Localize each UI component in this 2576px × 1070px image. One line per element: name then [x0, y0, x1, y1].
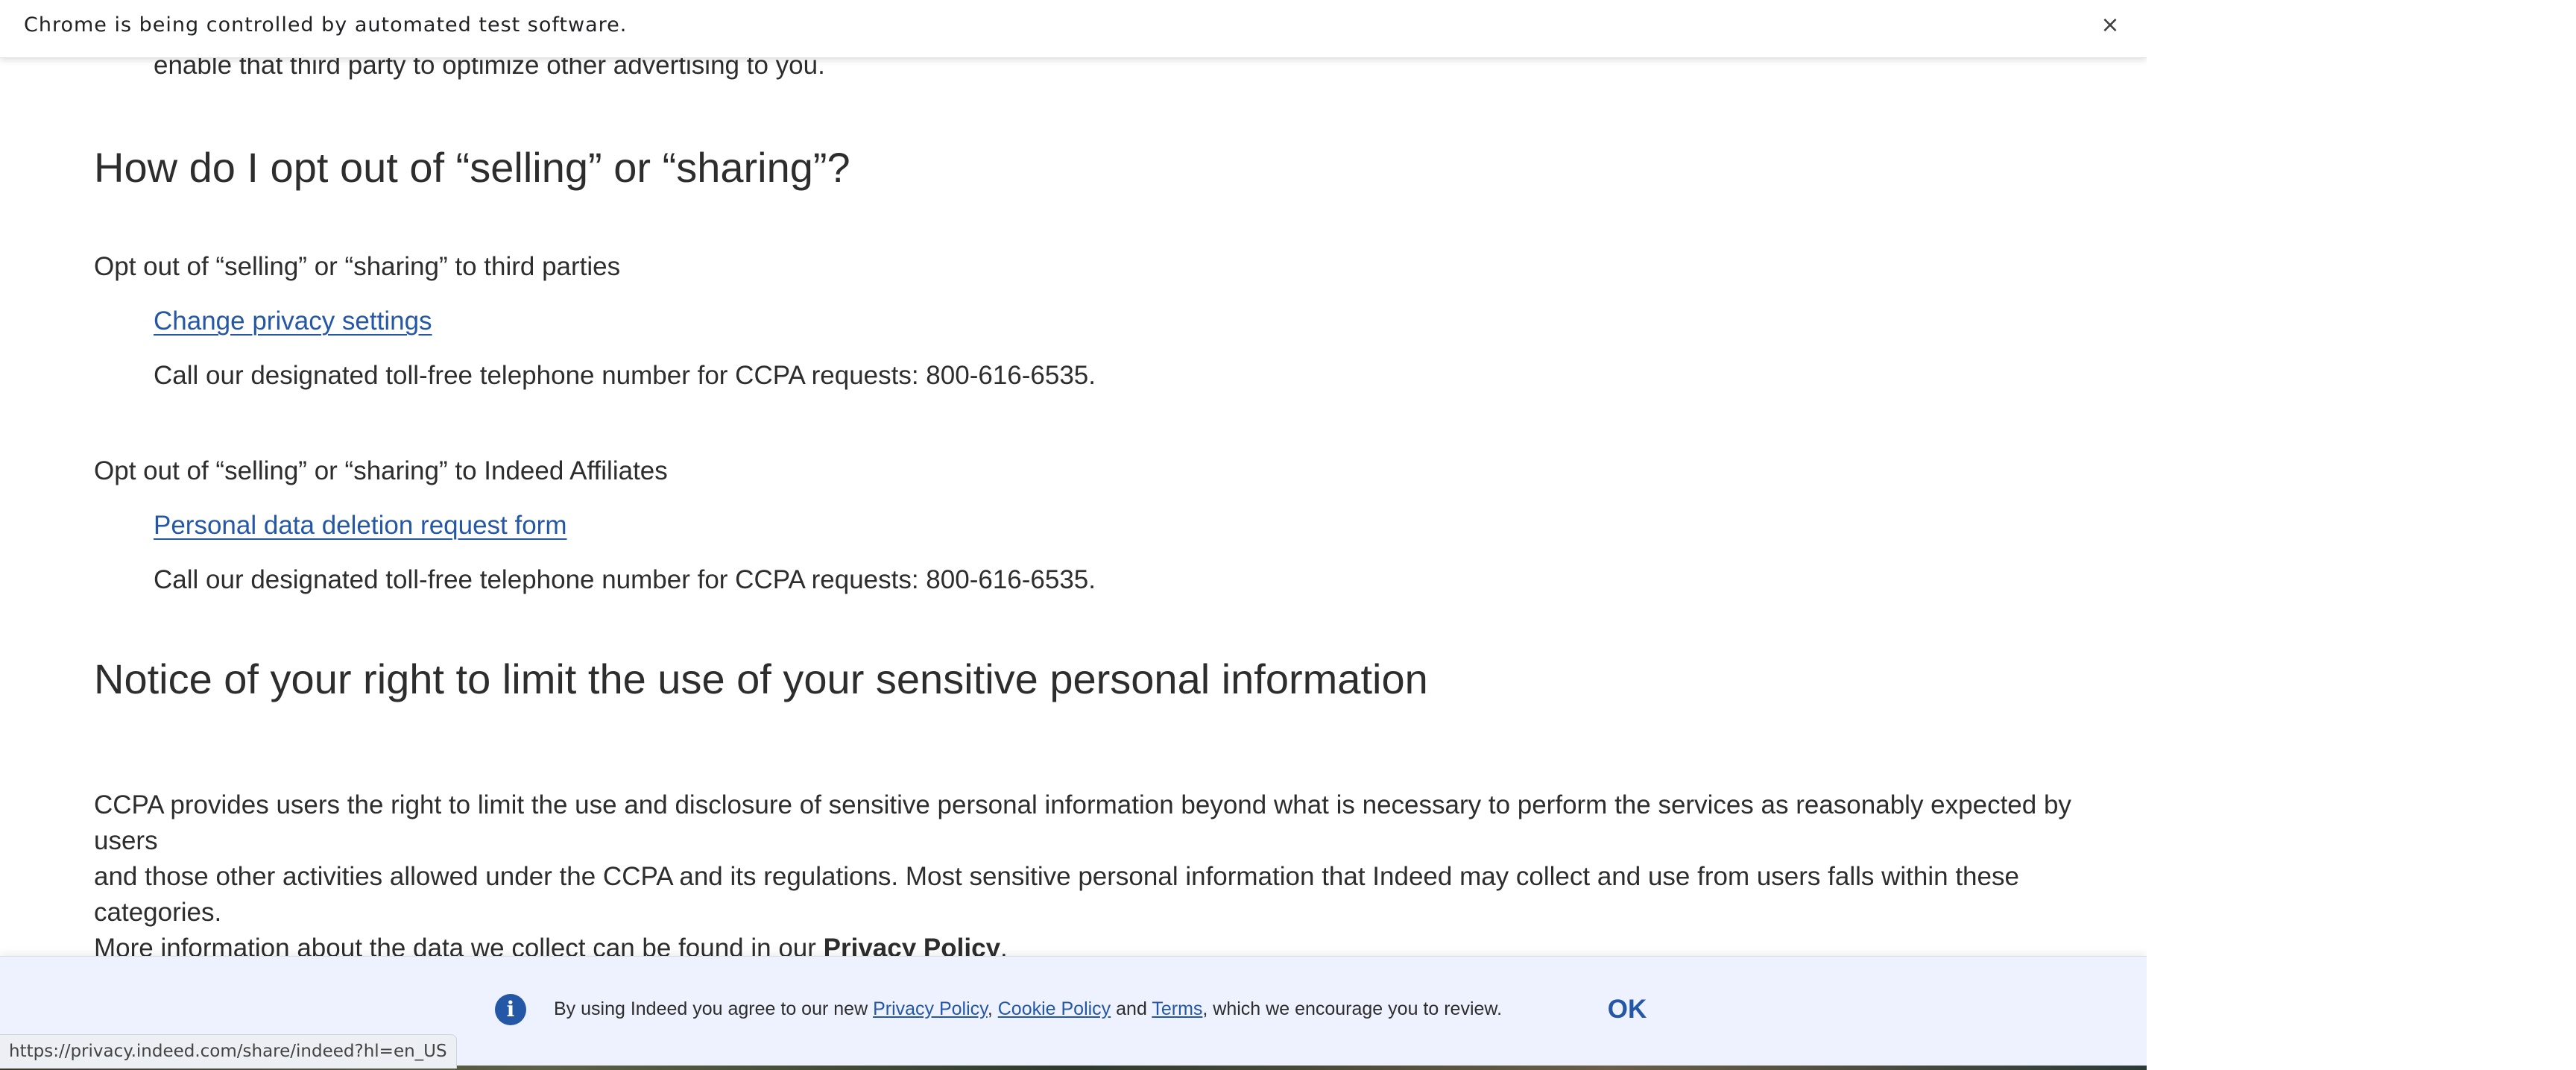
close-icon[interactable]: × [2097, 13, 2123, 38]
automation-infobar: Chrome is being controlled by automated … [0, 0, 2147, 58]
ccpa-paragraph: CCPA provides users the right to limit t… [94, 787, 2077, 966]
personal-data-deletion-link[interactable]: Personal data deletion request form [154, 511, 567, 540]
notice-heading: Notice of your right to limit the use of… [94, 655, 1428, 702]
banner-privacy-policy-link[interactable]: Privacy Policy [873, 998, 988, 1019]
banner-terms-link[interactable]: Terms [1152, 998, 1202, 1019]
opt-out-heading: How do I opt out of “selling” or “sharin… [94, 144, 850, 191]
opt-out-third-parties-heading: Opt out of “selling” or “sharing” to thi… [94, 252, 621, 281]
empty-area [2147, 0, 2576, 1070]
list-item: Change privacy settings [154, 306, 432, 336]
list-item: Personal data deletion request form [154, 511, 567, 541]
banner-text: , [987, 998, 998, 1019]
paragraph-line: CCPA provides users the right to limit t… [94, 790, 2071, 855]
page-viewport: enable that third party to optimize othe… [0, 0, 2147, 1070]
banner-message: By using Indeed you agree to our new Pri… [554, 998, 1502, 1020]
list-item-phone: Call our designated toll-free telephone … [154, 565, 1096, 594]
opt-out-affiliates-heading: Opt out of “selling” or “sharing” to Ind… [94, 456, 668, 485]
banner-text: , which we encourage you to review. [1202, 998, 1503, 1019]
paragraph-line: and those other activities allowed under… [94, 862, 2019, 927]
ok-button[interactable]: OK [1599, 991, 1655, 1028]
infobar-message: Chrome is being controlled by automated … [24, 13, 628, 37]
banner-text: By using Indeed you agree to our new [554, 998, 874, 1019]
list-item-phone: Call our designated toll-free telephone … [154, 361, 1096, 390]
status-bar-url: https://privacy.indeed.com/share/indeed?… [0, 1034, 457, 1069]
banner-cookie-policy-link[interactable]: Cookie Policy [998, 998, 1111, 1019]
info-icon: i [495, 994, 526, 1025]
banner-text: and [1111, 998, 1152, 1019]
change-privacy-settings-link[interactable]: Change privacy settings [154, 306, 432, 336]
